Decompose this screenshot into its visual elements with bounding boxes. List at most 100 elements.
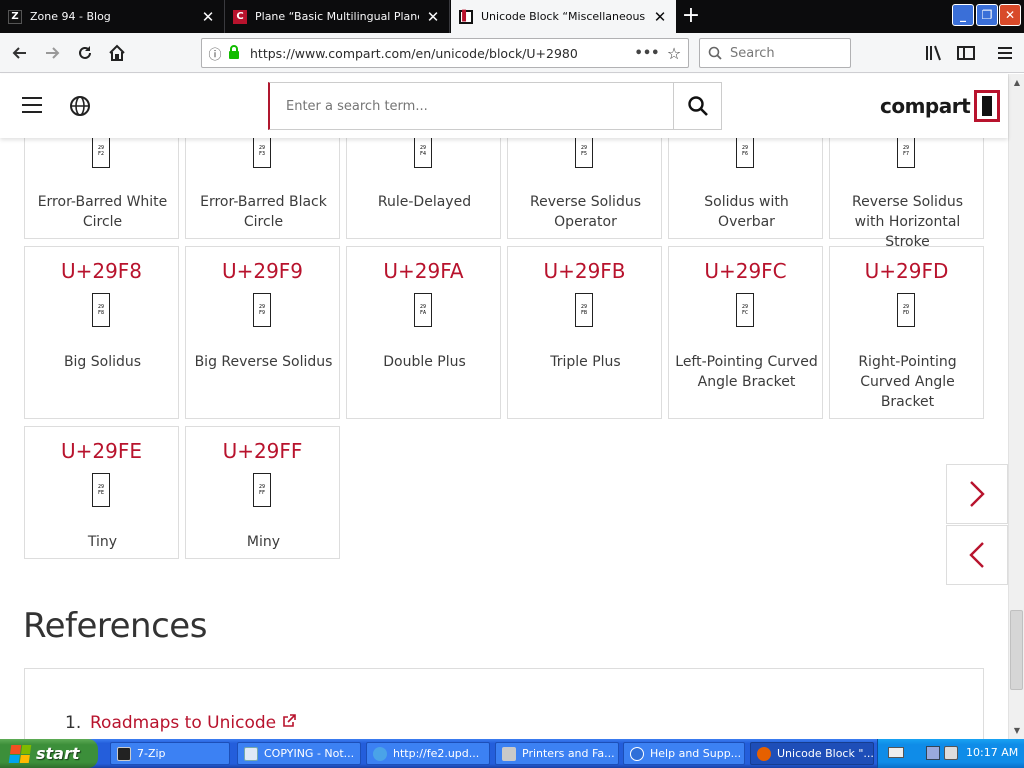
- globe-icon[interactable]: [69, 95, 91, 117]
- glyph-placeholder-icon: 29 FD: [897, 293, 915, 327]
- character-name: Solidus with Overbar: [704, 194, 789, 230]
- glyph-placeholder-icon: 29 FC: [736, 293, 754, 327]
- reference-link[interactable]: Roadmaps to Unicode: [90, 713, 276, 733]
- character-name: Double Plus: [383, 354, 466, 370]
- start-button[interactable]: start: [0, 739, 98, 768]
- character-name: Tiny: [87, 534, 118, 550]
- glyph-placeholder-icon: 29 F9: [253, 293, 271, 327]
- site-search-input[interactable]: [270, 83, 673, 129]
- character-name: Error-Barred Black Circle: [200, 194, 327, 230]
- character-card[interactable]: U+29F9 29 F9 Big Reverse Solidus: [185, 246, 340, 419]
- next-block-button[interactable]: [946, 464, 1008, 524]
- help-icon: [630, 746, 644, 761]
- character-card[interactable]: 29 F7 Reverse Solidus with Horizontal Str…: [829, 138, 984, 250]
- browser-tab[interactable]: C Plane “Basic Multilingual Plane” ✕: [225, 0, 450, 33]
- taskbar-item-label: Help and Supp...: [650, 747, 742, 760]
- taskbar-item[interactable]: Help and Supp...: [623, 742, 745, 765]
- browser-search-placeholder: Search: [730, 45, 775, 61]
- chevron-left-icon: [969, 542, 984, 568]
- character-code: U+29FB: [543, 259, 626, 283]
- back-button[interactable]: [8, 41, 32, 65]
- reload-button[interactable]: [73, 41, 97, 65]
- scroll-thumb[interactable]: [1010, 610, 1023, 690]
- site-search-button[interactable]: [673, 83, 721, 129]
- close-icon[interactable]: ✕: [652, 9, 668, 25]
- taskbar-item[interactable]: COPYING - Not...: [237, 742, 361, 765]
- sidebar-toggle-icon[interactable]: [954, 41, 978, 65]
- character-card[interactable]: U+29FD 29 FD Right-Pointing Curved Angle …: [829, 246, 984, 419]
- taskbar-item[interactable]: 7-Zip: [110, 742, 230, 765]
- character-card[interactable]: 29 F2 Error-Barred White Circle: [24, 138, 179, 239]
- minimize-button[interactable]: _: [952, 4, 974, 26]
- character-card[interactable]: 29 F6 Solidus with Overbar: [668, 138, 823, 239]
- maximize-button[interactable]: ❐: [976, 4, 998, 26]
- start-label: start: [36, 744, 80, 763]
- bookmark-star-icon[interactable]: ☆: [660, 44, 688, 63]
- page-content: 29 F2 Error-Barred White Circle 29 F3 Erro…: [0, 138, 1008, 739]
- character-code: U+29F8: [60, 259, 143, 283]
- app-menu-icon[interactable]: [993, 41, 1017, 65]
- logo-text: compart: [880, 94, 971, 118]
- character-card[interactable]: 29 F4 Rule-Delayed: [346, 138, 501, 239]
- previous-block-button[interactable]: [946, 525, 1008, 585]
- info-icon[interactable]: ⓘ: [202, 44, 228, 63]
- glyph-placeholder-icon: 29 F8: [92, 293, 110, 327]
- browser-navbar: ⓘ https://www.compart.com/en/unicode/blo…: [0, 33, 1024, 73]
- character-name: Left-Pointing Curved Angle Bracket: [675, 354, 818, 390]
- character-code: U+29FD: [864, 259, 949, 283]
- network-icon[interactable]: [926, 746, 940, 760]
- scroll-down-icon[interactable]: ▼: [1009, 722, 1024, 738]
- new-tab-button[interactable]: +: [678, 4, 704, 30]
- character-name: Miny: [246, 534, 281, 550]
- forward-arrow-icon: [46, 47, 60, 59]
- taskbar-item-label: COPYING - Not...: [264, 747, 355, 760]
- glyph-placeholder-icon: 29 F3: [253, 138, 271, 168]
- external-link-icon[interactable]: [282, 713, 296, 733]
- taskbar-item-active[interactable]: Unicode Block "...: [750, 742, 874, 765]
- browser-tab-active[interactable]: ▌ Unicode Block “Miscellaneous Math ✕: [451, 0, 676, 33]
- character-card[interactable]: 29 F5 Reverse Solidus Operator: [507, 138, 662, 239]
- zone94-favicon-icon: Z: [8, 9, 22, 24]
- url-text[interactable]: https://www.compart.com/en/unicode/block…: [246, 46, 634, 61]
- home-button[interactable]: [105, 41, 129, 65]
- scroll-up-icon[interactable]: ▲: [1009, 74, 1024, 90]
- glyph-placeholder-icon: 29 F7: [897, 138, 915, 168]
- character-card[interactable]: 29 F3 Error-Barred Black Circle: [185, 138, 340, 239]
- notepad-icon: [244, 746, 258, 761]
- character-card[interactable]: U+29FB 29 FB Triple Plus: [507, 246, 662, 419]
- glyph-placeholder-icon: 29 F5: [575, 138, 593, 168]
- menu-icon[interactable]: [22, 97, 42, 113]
- close-icon[interactable]: ✕: [425, 9, 441, 25]
- character-name: Right-Pointing Curved Angle Bracket: [858, 354, 957, 410]
- character-code: U+29F9: [221, 259, 304, 283]
- taskbar-item[interactable]: http://fe2.upd...: [366, 742, 490, 765]
- window-close-button[interactable]: ✕: [999, 4, 1021, 26]
- site-search-box: [268, 82, 722, 130]
- character-card[interactable]: U+29FE 29 FE Tiny: [24, 426, 179, 559]
- reload-icon: [79, 46, 91, 59]
- keyboard-icon[interactable]: [888, 747, 904, 758]
- browser-tab[interactable]: Z Zone 94 - Blog ✕: [0, 0, 225, 33]
- volume-icon[interactable]: [944, 746, 958, 760]
- lock-icon[interactable]: [228, 44, 246, 62]
- character-card[interactable]: U+29FA 29 FA Double Plus: [346, 246, 501, 419]
- page-actions-icon[interactable]: •••: [634, 46, 660, 61]
- close-icon[interactable]: ✕: [200, 9, 216, 25]
- character-name: Reverse Solidus with Horizontal Stroke: [851, 194, 963, 250]
- character-name: Triple Plus: [550, 354, 621, 370]
- character-card[interactable]: U+29FC 29 FC Left-Pointing Curved Angle B…: [668, 246, 823, 419]
- glyph-placeholder-icon: 29 FB: [575, 293, 593, 327]
- taskbar-clock: 10:17 AM: [966, 746, 1019, 759]
- glyph-placeholder-icon: 29 F6: [736, 138, 754, 168]
- page-scrollbar[interactable]: ▲ ▼: [1008, 74, 1024, 739]
- taskbar-item[interactable]: Printers and Fa...: [495, 742, 619, 765]
- chevron-right-icon: [970, 481, 985, 507]
- character-card[interactable]: U+29FF 29 FF Miny: [185, 426, 340, 559]
- browser-search-field[interactable]: Search: [699, 38, 851, 68]
- url-bar[interactable]: ⓘ https://www.compart.com/en/unicode/blo…: [201, 38, 689, 68]
- taskbar-item-label: Printers and Fa...: [522, 747, 615, 760]
- compart-logo[interactable]: compart: [880, 88, 1001, 124]
- library-icon[interactable]: [922, 41, 946, 65]
- forward-button[interactable]: [40, 41, 64, 65]
- character-card[interactable]: U+29F8 29 F8 Big Solidus: [24, 246, 179, 419]
